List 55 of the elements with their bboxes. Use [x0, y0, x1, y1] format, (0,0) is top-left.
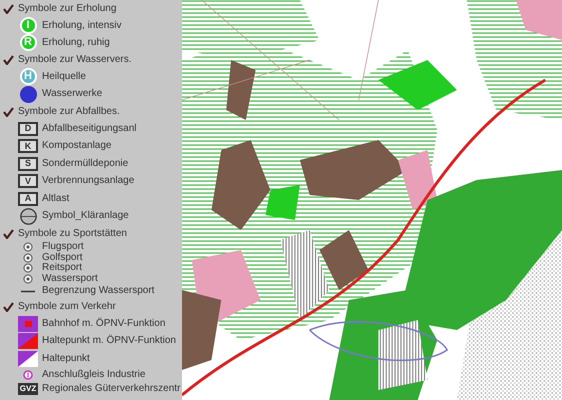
legend-label: Golfsport [42, 252, 83, 263]
legend-label: Kompostanlage [42, 141, 112, 152]
boxed-letter-icon: K [18, 139, 38, 154]
boxed-letter-icon: S [18, 156, 38, 171]
legend-label: Reitsport [42, 263, 82, 274]
layer-checkbox[interactable] [2, 300, 14, 312]
sport-icon [23, 242, 33, 252]
legend-label: Heilquelle [42, 72, 86, 82]
legend-label: Anschlußgleis Industrie [42, 370, 146, 380]
layer-checkbox[interactable] [2, 228, 14, 240]
legend-label: Regionales Güterverkehrszentr [42, 384, 180, 394]
check-icon [2, 4, 14, 14]
legend-label: Haltepunkt [42, 354, 90, 364]
group-title: Symbole zur Wasservers. [18, 54, 132, 64]
line-icon [21, 290, 35, 292]
sport-icon [23, 274, 33, 284]
legend-label: Altlast [42, 194, 70, 204]
group-title: Symbole zu Sportstätten [18, 228, 127, 238]
clarifier-icon [20, 208, 36, 225]
boxed-letter-icon: A [18, 192, 38, 206]
legend-label: Wassersport [42, 274, 98, 284]
legend-label: Erholung, intensiv [42, 20, 122, 30]
circle-letter-icon: R [20, 34, 36, 51]
spring-icon: H [20, 68, 36, 86]
layer-checkbox[interactable] [2, 106, 14, 118]
check-icon [2, 302, 14, 312]
group-title: Symbole zur Abfallbes. [18, 106, 120, 116]
stop-icon [18, 333, 38, 350]
check-icon [2, 106, 14, 116]
stop-icon [18, 350, 38, 367]
legend-label: Erholung, ruhig [42, 38, 110, 48]
layer-checkbox[interactable] [2, 2, 14, 14]
circle-letter-icon: I [20, 17, 36, 34]
sport-icon [23, 263, 33, 274]
legend-label: Verbrennungsanlage [42, 176, 134, 186]
boxed-letter-icon: V [18, 174, 38, 188]
boxed-letter-icon: D [18, 122, 38, 136]
check-icon [2, 228, 14, 238]
group-title: Symbole zur Erholung [18, 4, 116, 14]
legend-label: Begrenzung Wassersport [42, 286, 154, 296]
siding-icon [23, 370, 33, 380]
legend-label: Haltepunkt m. ÖPNV-Funktion [42, 336, 176, 346]
group-title: Symbole zum Verkehr [18, 302, 116, 312]
legend-label: Flugsport [42, 242, 84, 252]
freight-icon: GVZ [18, 382, 38, 394]
legend-label: Wasserwerke [42, 89, 102, 100]
legend-label: Symbol_Kläranlage [42, 211, 129, 222]
check-icon [2, 54, 14, 64]
station-icon [18, 316, 38, 332]
legend-label: Sondermülldeponie [42, 158, 128, 169]
sport-icon [23, 252, 33, 263]
legend-label: Bahnhof m. ÖPNV-Funktion [42, 318, 166, 329]
layer-checkbox[interactable] [2, 54, 14, 66]
waterworks-icon [20, 86, 36, 103]
legend-label: Abfallbeseitigungsanl [42, 124, 137, 134]
